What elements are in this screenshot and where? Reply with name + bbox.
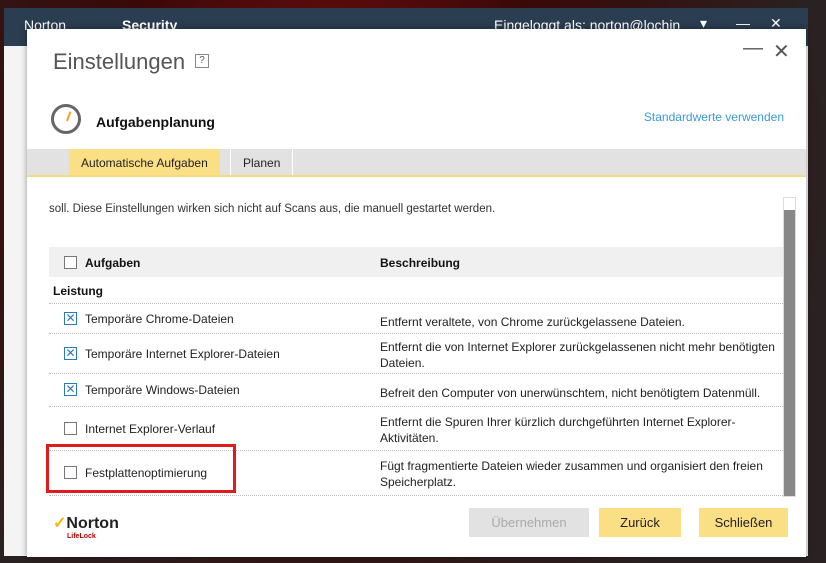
task-description: Entfernt veraltete, von Chrome zurückgel… [380, 315, 685, 329]
group-label: Leistung [53, 284, 103, 298]
apply-button[interactable]: Übernehmen [469, 508, 589, 537]
settings-dialog: Einstellungen ? — ✕ Aufgabenplanung Stan… [27, 29, 806, 557]
close-dialog-button[interactable]: Schließen [699, 508, 788, 537]
task-description: Entfernt die von Internet Explorer zurüc… [380, 340, 775, 370]
back-button[interactable]: Zurück [599, 508, 681, 537]
norton-lifelock-logo: ✓Norton LifeLock [53, 515, 119, 540]
task-name: Internet Explorer-Verlauf [85, 422, 216, 436]
section-title: Aufgabenplanung [96, 114, 215, 130]
header-description: Beschreibung [380, 256, 461, 270]
task-name: Temporäre Chrome-Dateien [85, 312, 234, 326]
intro-text: soll. Diese Einstellungen wirken sich ni… [49, 203, 496, 215]
tab-automatic-tasks[interactable]: Automatische Aufgaben [69, 149, 220, 175]
scrollbar[interactable] [783, 197, 796, 497]
select-all-checkbox[interactable] [64, 256, 77, 269]
help-icon[interactable]: ? [195, 54, 209, 68]
close-button[interactable]: ✕ [773, 39, 790, 64]
dialog-title: Einstellungen [53, 49, 186, 74]
task-description: Entfernt die Spuren Ihrer kürzlich durch… [380, 415, 736, 445]
table-header: Aufgaben Beschreibung [49, 247, 783, 277]
table-row: ✕ Temporäre Chrome-Dateien Entfernt vera… [49, 304, 783, 334]
red-highlight-box [46, 444, 236, 493]
scrollbar-thumb[interactable] [784, 210, 795, 496]
tab-bar: Automatische Aufgaben Planen [27, 149, 806, 177]
table-row: ✕ Temporäre Internet Explorer-Dateien En… [49, 334, 783, 374]
task-description: Fügt fragmentierte Dateien wieder zusamm… [380, 459, 763, 489]
task-description: Befreit den Computer von unerwünschtem, … [380, 386, 761, 400]
header-tasks: Aufgaben [85, 256, 141, 270]
task-name: Temporäre Internet Explorer-Dateien [85, 347, 280, 361]
task-checkbox[interactable]: ✕ [64, 347, 77, 360]
table-row: ✕ Temporäre Windows-Dateien Befreit den … [49, 374, 783, 407]
minimize-button[interactable]: — [743, 37, 763, 60]
task-name: Temporäre Windows-Dateien [85, 383, 240, 397]
tab-schedule[interactable]: Planen [230, 149, 294, 175]
task-checkbox[interactable]: ✕ [64, 312, 77, 325]
task-checkbox[interactable]: ✕ [64, 383, 77, 396]
use-defaults-link[interactable]: Standardwerte verwenden [644, 110, 784, 124]
task-checkbox[interactable] [64, 422, 77, 435]
clock-icon [51, 104, 81, 134]
